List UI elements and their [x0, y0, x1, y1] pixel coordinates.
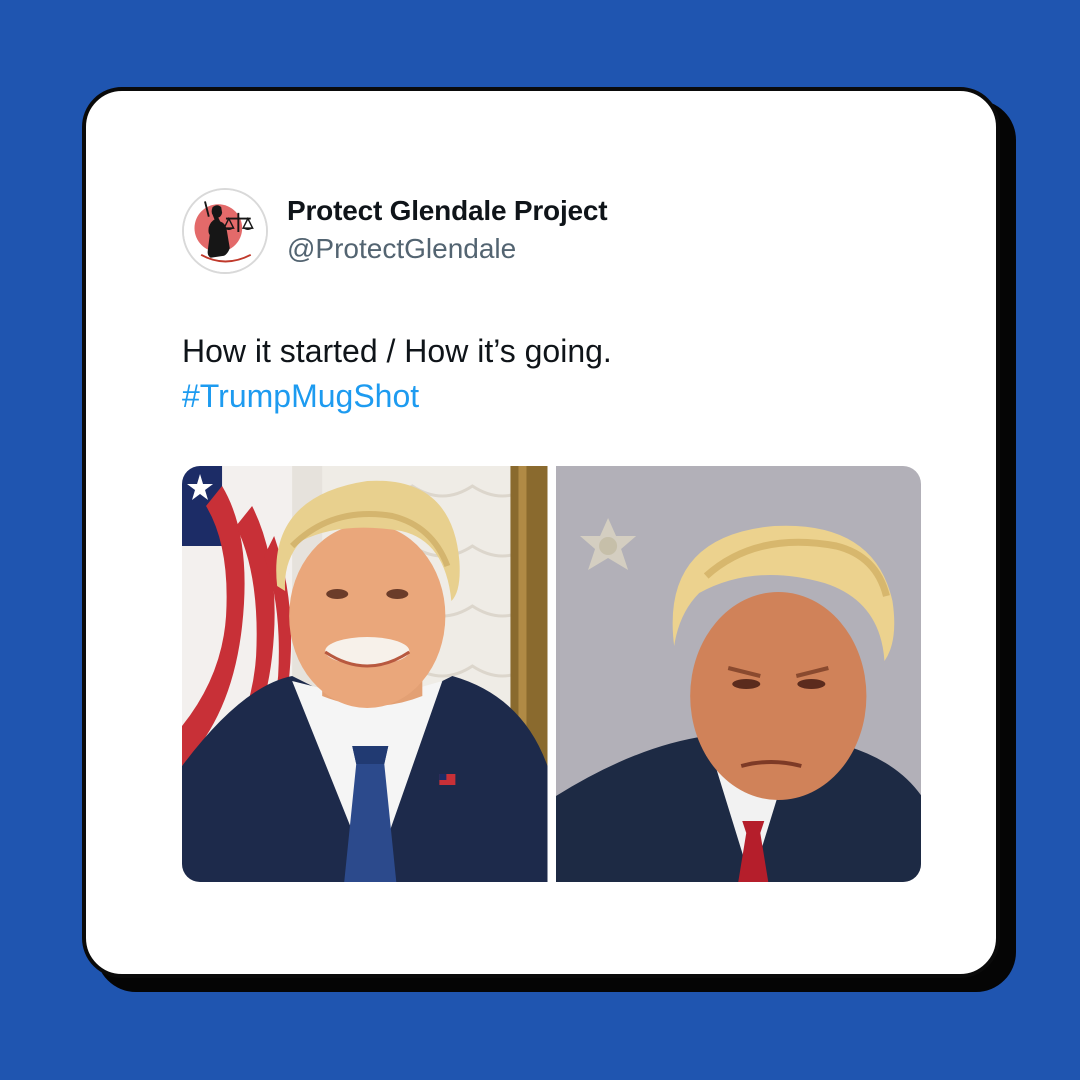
avatar[interactable]	[182, 188, 268, 274]
display-name[interactable]: Protect Glendale Project	[287, 195, 608, 227]
hashtag-link[interactable]: #TrumpMugShot	[182, 378, 419, 415]
user-handle[interactable]: @ProtectGlendale	[287, 233, 516, 265]
official-portrait-photo[interactable]	[182, 466, 548, 882]
tweet-card: Protect Glendale Project @ProtectGlendal…	[82, 87, 1000, 978]
mugshot-photo[interactable]	[555, 466, 921, 882]
tweet-media[interactable]	[182, 466, 921, 882]
tweet-text: How it started / How it’s going.	[182, 333, 612, 369]
lady-justice-logo-icon	[184, 190, 266, 272]
